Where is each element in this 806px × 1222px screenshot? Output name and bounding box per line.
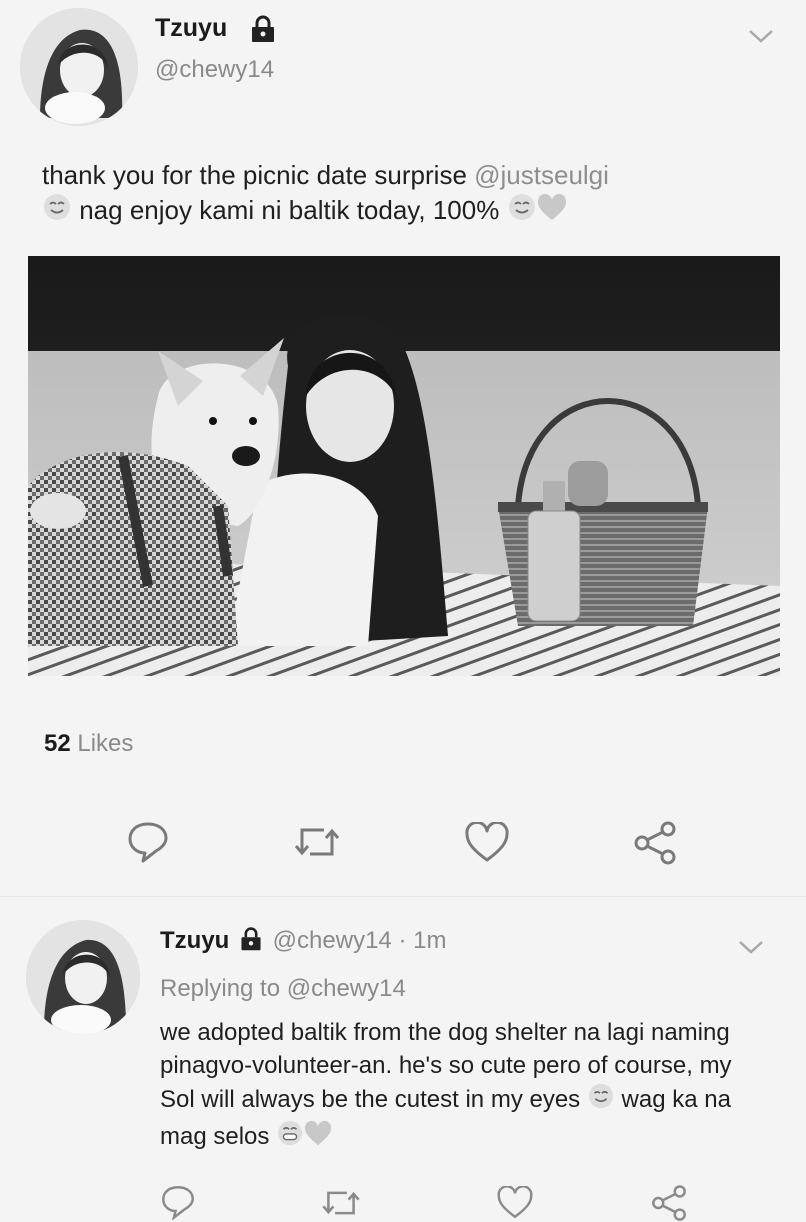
smiling-face-emoji	[42, 192, 72, 230]
grinning-face-emoji	[276, 1119, 304, 1156]
reply-text: we adopted baltik from the dog shelter n…	[160, 1016, 770, 1156]
heart-emoji	[537, 193, 567, 230]
likes-summary[interactable]: 52 Likes	[44, 730, 133, 758]
reply-header: Tzuyu @chewy14 · 1m	[160, 926, 446, 955]
reply-author-handle[interactable]: @chewy14	[273, 927, 392, 954]
likes-count: 52	[44, 730, 71, 757]
retweet-icon[interactable]	[320, 1186, 362, 1220]
author-avatar[interactable]	[20, 8, 138, 126]
heart-emoji	[304, 1120, 332, 1156]
heart-icon[interactable]	[464, 822, 510, 864]
author-name[interactable]: Tzuyu	[155, 14, 227, 43]
retweet-icon[interactable]	[292, 822, 342, 862]
reply-author-name[interactable]: Tzuyu	[160, 927, 229, 954]
dot-separator: ·	[398, 927, 407, 954]
share-icon[interactable]	[632, 820, 678, 866]
tweet-text: thank you for the picnic date surprise @…	[42, 158, 782, 230]
reply-timestamp: 1m	[413, 927, 447, 954]
divider	[0, 896, 806, 897]
share-icon[interactable]	[650, 1184, 688, 1222]
smiling-face-emoji	[587, 1082, 615, 1119]
mention-link[interactable]: @justseulgi	[474, 160, 609, 190]
lock-icon	[248, 14, 278, 44]
reply-icon[interactable]	[160, 1184, 196, 1220]
replying-to-label: Replying to	[160, 975, 281, 1002]
author-handle[interactable]: @chewy14	[155, 56, 274, 84]
heart-icon[interactable]	[496, 1186, 534, 1220]
reply-author-avatar[interactable]	[26, 920, 140, 1034]
smiling-face-emoji	[507, 192, 537, 230]
replying-to-handle[interactable]: @chewy14	[287, 975, 406, 1002]
replying-to: Replying to @chewy14	[160, 975, 406, 1003]
chevron-down-icon[interactable]	[746, 26, 776, 46]
lock-icon	[238, 926, 264, 952]
tweet-photo[interactable]	[28, 256, 780, 676]
tweet-text-part2: nag enjoy kami ni baltik today, 100%	[72, 195, 507, 225]
chevron-down-icon[interactable]	[736, 937, 766, 957]
tweet-text-part1: thank you for the picnic date surprise	[42, 160, 475, 190]
reply-icon[interactable]	[126, 820, 170, 864]
likes-label: Likes	[77, 730, 134, 757]
